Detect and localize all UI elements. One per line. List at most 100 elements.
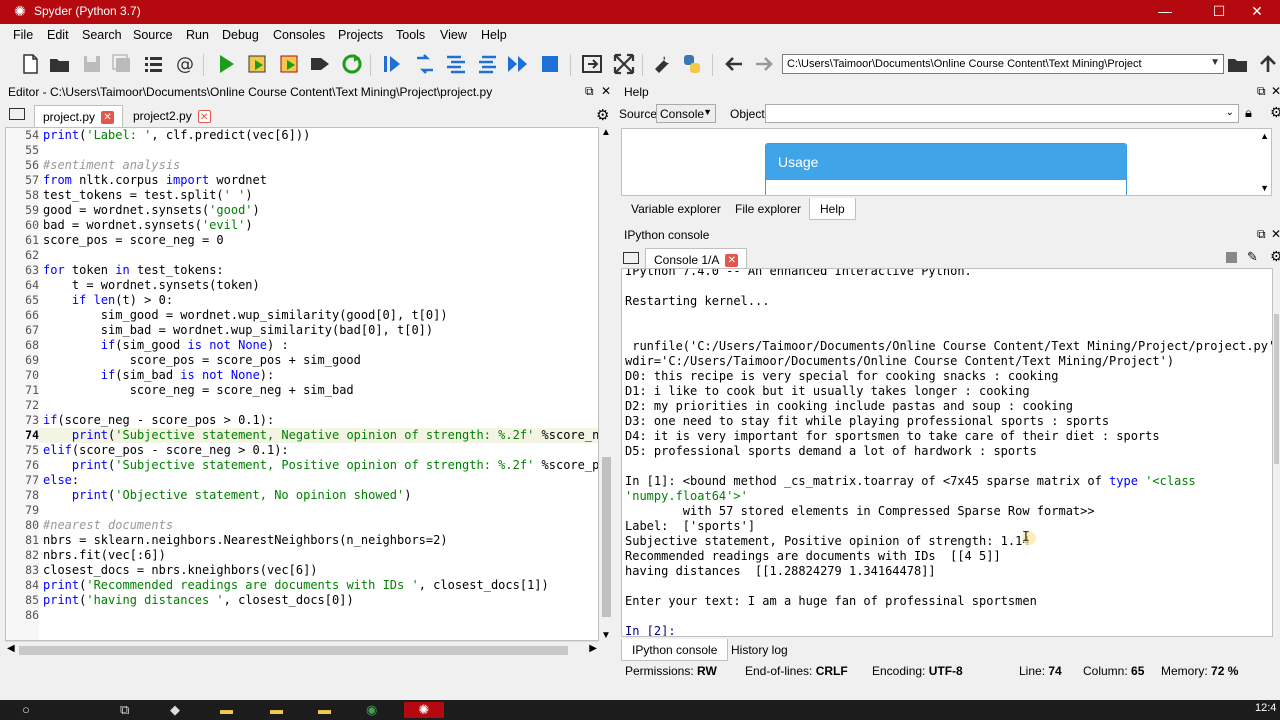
step-icon[interactable] — [413, 52, 437, 76]
menu-projects[interactable]: Projects — [338, 28, 383, 42]
gear-icon[interactable]: ⚙ — [596, 106, 609, 124]
console-line: Enter your text: I am a huge fan of prof… — [625, 594, 1037, 608]
save-all-icon[interactable] — [110, 52, 134, 76]
working-directory-input[interactable]: C:\Users\Taimoor\Documents\Online Course… — [782, 54, 1224, 74]
menu-consoles[interactable]: Consoles — [273, 28, 325, 42]
close-pane-icon[interactable]: ✕ — [601, 84, 611, 98]
tab-variable-explorer[interactable]: Variable explorer — [621, 198, 731, 220]
edge-icon[interactable]: ◆ — [170, 702, 188, 718]
file-list-icon[interactable] — [141, 52, 165, 76]
tab-file-explorer[interactable]: File explorer — [725, 198, 811, 220]
stop-kernel-icon[interactable] — [1226, 252, 1237, 263]
menu-run[interactable]: Run — [186, 28, 209, 42]
console-line: D4: it is very important for sportsmen t… — [625, 429, 1160, 443]
maximize-pane-icon[interactable] — [580, 52, 604, 76]
object-input[interactable]: ⌄ — [765, 104, 1239, 123]
menu-edit[interactable]: Edit — [47, 28, 69, 42]
scroll-right-icon[interactable]: ▶ — [589, 643, 597, 654]
undock-icon[interactable]: ⧉ — [585, 84, 594, 99]
tab-project2-py[interactable]: project2.py ✕ — [125, 105, 219, 127]
ipython-console[interactable]: IPython 7.4.0 -- An enhanced Interactive… — [621, 268, 1273, 637]
close-tab-icon[interactable]: ✕ — [197, 110, 211, 124]
tab-ipython-console[interactable]: IPython console — [621, 639, 729, 661]
chevron-down-icon[interactable]: ▼ — [1210, 57, 1220, 68]
task-view-icon[interactable]: ⧉ — [120, 702, 138, 718]
code-line: if len(t) > 0: — [71, 293, 174, 307]
tab-help[interactable]: Help — [809, 198, 856, 220]
spyder-taskbar-icon[interactable]: ✺ — [404, 702, 444, 718]
close-tab-icon[interactable]: ✕ — [101, 111, 115, 125]
tab-console-1a[interactable]: Console 1/A ✕ — [645, 248, 748, 270]
close-tab-icon[interactable]: ✕ — [725, 254, 739, 268]
back-arrow-icon[interactable] — [722, 52, 746, 76]
console-line: runfile('C:/Users/Taimoor/Documents/Onli… — [625, 339, 1273, 353]
browse-tabs-icon[interactable] — [623, 252, 639, 264]
menu-file[interactable]: File — [13, 28, 33, 42]
gear-icon[interactable]: ⚙ — [1270, 104, 1280, 121]
debug-icon[interactable] — [380, 52, 404, 76]
scroll-left-icon[interactable]: ◀ — [7, 643, 15, 654]
folder-icon[interactable]: ▬ — [270, 702, 288, 718]
browse-tabs-icon[interactable] — [9, 108, 25, 120]
stop-debug-icon[interactable] — [538, 52, 562, 76]
chevron-down-icon: ▼ — [703, 107, 712, 117]
console-line: D2: my priorities in cooking include pas… — [625, 399, 1073, 413]
fullscreen-icon[interactable] — [612, 52, 636, 76]
menu-search[interactable]: Search — [82, 28, 122, 42]
code-editor[interactable]: 54 55 56 57 58 59 60 61 62 63 64 65 66 67 68 69 70 71 72 73… — [5, 127, 599, 641]
search-icon[interactable]: ○ — [22, 702, 40, 718]
scroll-up-icon[interactable]: ▲ — [601, 127, 611, 138]
menu-view[interactable]: View — [440, 28, 467, 42]
run-icon[interactable] — [214, 52, 238, 76]
close-window-button[interactable]: ✕ — [1234, 0, 1280, 24]
step-return-icon[interactable] — [476, 52, 500, 76]
new-file-icon[interactable] — [18, 52, 42, 76]
scroll-thumb[interactable] — [1274, 314, 1279, 464]
code-line: print('Subjective statement, Negative op… — [71, 428, 599, 442]
wrench-icon[interactable] — [650, 52, 674, 76]
forward-arrow-icon[interactable] — [752, 52, 776, 76]
chevron-down-icon[interactable]: ⌄ — [1226, 107, 1234, 118]
editor-horizontal-scrollbar[interactable]: ◀ ▶ — [5, 641, 599, 657]
scroll-thumb[interactable] — [19, 646, 568, 655]
run-cell-icon[interactable] — [246, 52, 270, 76]
editor-vertical-scrollbar[interactable]: ▲ ▼ — [599, 127, 614, 641]
menu-help[interactable]: Help — [481, 28, 507, 42]
step-into-icon[interactable] — [444, 52, 468, 76]
app-icon[interactable]: ▬ — [318, 702, 336, 718]
menu-debug[interactable]: Debug — [222, 28, 259, 42]
run-selection-icon[interactable] — [308, 52, 332, 76]
save-icon[interactable] — [80, 52, 104, 76]
undock-icon[interactable]: ⧉ — [1257, 84, 1266, 99]
file-explorer-icon[interactable]: ▬ — [220, 702, 238, 718]
console-line: with 57 stored elements in Compressed Sp… — [625, 504, 1095, 518]
close-pane-icon[interactable]: ✕ — [1271, 84, 1280, 98]
continue-icon[interactable] — [506, 52, 530, 76]
browse-folder-icon[interactable] — [1226, 52, 1250, 76]
menu-source[interactable]: Source — [133, 28, 173, 42]
eraser-icon[interactable]: ✎ — [1247, 249, 1258, 265]
undock-icon[interactable]: ⧉ — [1257, 227, 1266, 242]
scroll-thumb[interactable] — [602, 457, 611, 617]
run-cell-advance-icon[interactable] — [278, 52, 302, 76]
console-line: 'numpy.float64'>' — [625, 489, 748, 503]
gear-icon[interactable]: ⚙ — [1270, 248, 1280, 265]
close-pane-icon[interactable]: ✕ — [1271, 227, 1280, 241]
scroll-down-icon[interactable]: ▼ — [1260, 183, 1269, 193]
scroll-down-icon[interactable]: ▼ — [601, 630, 611, 641]
menu-tools[interactable]: Tools — [396, 28, 425, 42]
open-folder-icon[interactable] — [48, 52, 72, 76]
source-select[interactable]: Console ▼ — [656, 104, 716, 123]
rerun-icon[interactable] — [340, 52, 364, 76]
at-symbol-icon[interactable]: @ — [173, 52, 197, 76]
minimize-button[interactable]: — — [1142, 0, 1188, 24]
tab-project-py[interactable]: project.py ✕ — [34, 105, 124, 127]
parent-directory-icon[interactable] — [1256, 52, 1280, 76]
tab-history-log[interactable]: History log — [721, 639, 798, 661]
scroll-up-icon[interactable]: ▲ — [1260, 131, 1269, 141]
app-icon[interactable]: ◉ — [366, 702, 384, 718]
lock-icon[interactable]: 🔒︎ — [1245, 105, 1252, 121]
code-line: print('Recommended readings are document… — [43, 578, 549, 592]
python-path-icon[interactable] — [680, 52, 704, 76]
console-scrollbar[interactable] — [1273, 268, 1280, 637]
